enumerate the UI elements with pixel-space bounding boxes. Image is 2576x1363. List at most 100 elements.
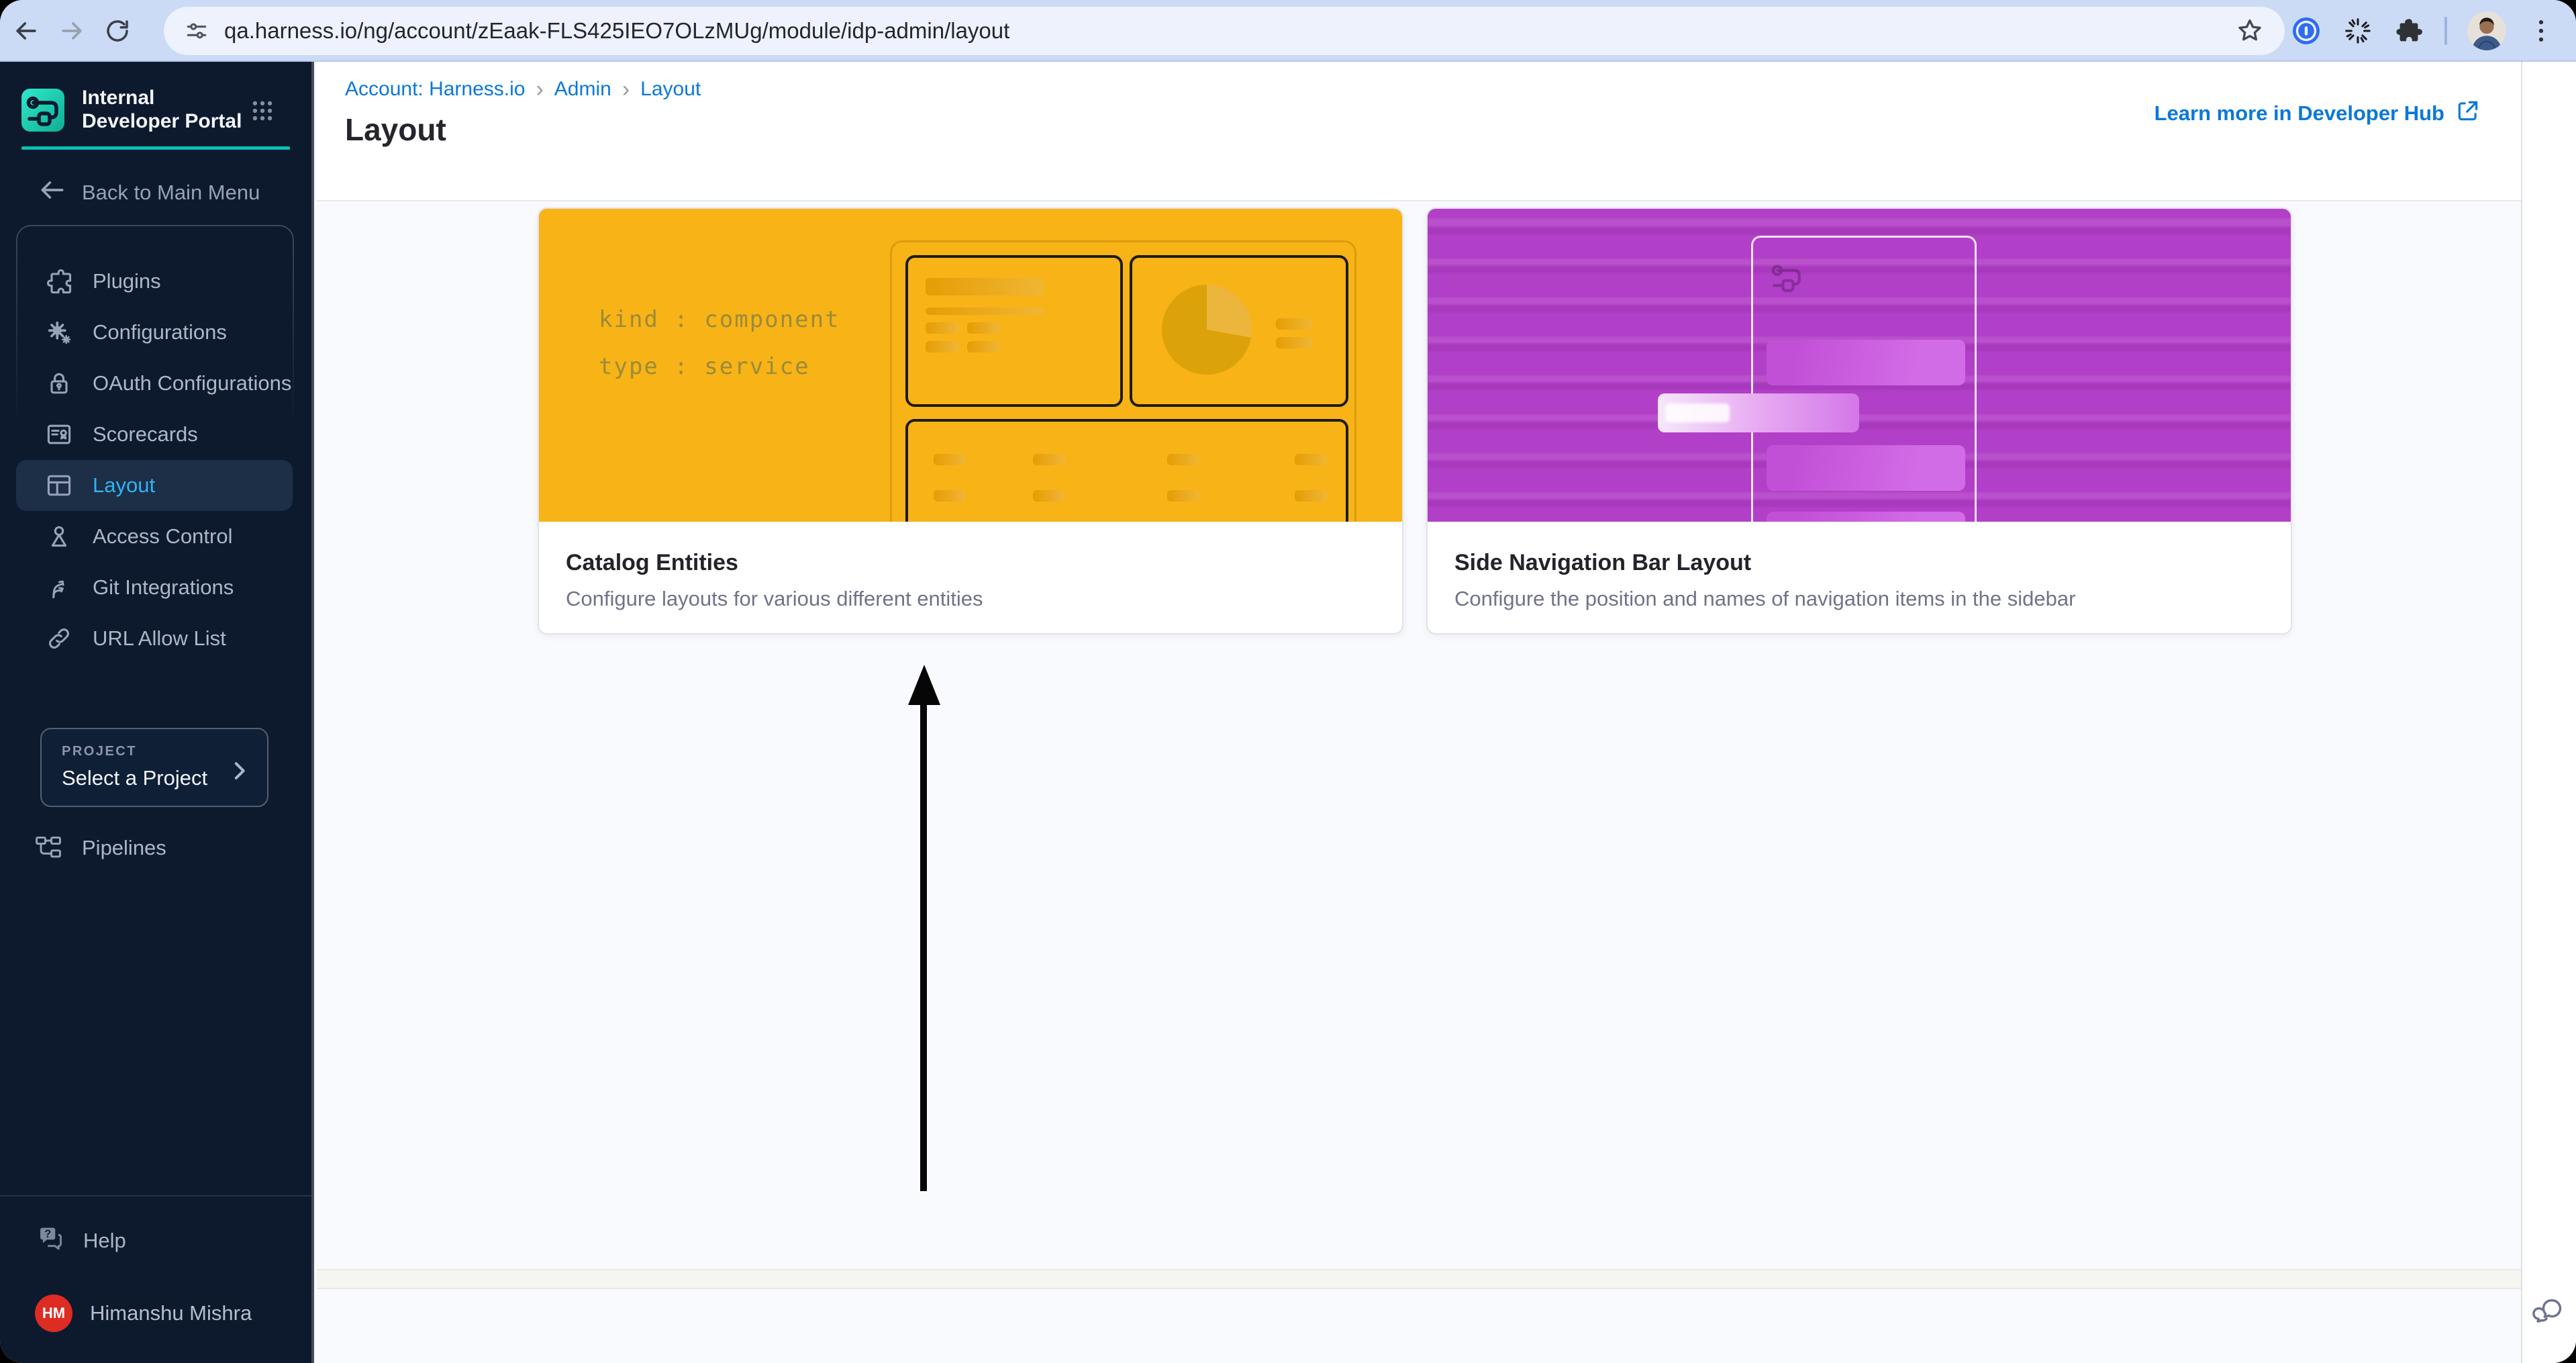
breadcrumb: Account: Harness.io › Admin › Layout bbox=[345, 78, 701, 101]
yaml-mock-text: kind : component type : service bbox=[599, 306, 840, 380]
sidebar-item-label: Configurations bbox=[93, 320, 227, 344]
project-selector[interactable]: PROJECT Select a Project bbox=[40, 728, 268, 807]
breadcrumb-admin[interactable]: Admin bbox=[554, 78, 611, 101]
user-name: Himanshu Mishra bbox=[90, 1301, 252, 1325]
sidebar-item-git-integrations[interactable]: Git Integrations bbox=[16, 562, 293, 613]
page-content: kind : component type : service Catalog … bbox=[317, 203, 2521, 1363]
gears-icon bbox=[44, 318, 74, 347]
person-icon bbox=[44, 522, 74, 551]
toolbar-divider bbox=[2444, 17, 2447, 45]
about-card-mock bbox=[905, 255, 1123, 407]
logo-outline-icon bbox=[1767, 256, 1807, 301]
page-title: Layout bbox=[345, 112, 446, 147]
card-caption: Side Navigation Bar Layout Configure the… bbox=[1428, 522, 2291, 611]
spinner-extension-icon[interactable] bbox=[2342, 15, 2373, 46]
catalog-entities-illustration: kind : component type : service bbox=[539, 209, 1402, 522]
module-grid-icon[interactable] bbox=[250, 98, 275, 127]
sidebar-item-label: Scorecards bbox=[93, 422, 198, 446]
card-side-navigation-layout[interactable]: Side Navigation Bar Layout Configure the… bbox=[1426, 207, 2292, 634]
browser-profile-avatar[interactable] bbox=[2467, 11, 2506, 50]
chart-card-mock bbox=[1130, 255, 1348, 407]
onepassword-extension-icon[interactable] bbox=[2290, 15, 2322, 47]
breadcrumb-account[interactable]: Account: Harness.io bbox=[345, 78, 525, 101]
card-title: Side Navigation Bar Layout bbox=[1454, 550, 1752, 575]
sidebar-item-label: OAuth Configurations bbox=[93, 371, 292, 395]
back-label: Back to Main Menu bbox=[82, 181, 260, 204]
macos-screen: qa.harness.io/ng/account/zEaak-FLS425IEO… bbox=[0, 0, 2576, 1363]
help-chat-icon: ? bbox=[35, 1223, 66, 1259]
card-description: Configure the position and names of navi… bbox=[1454, 587, 2076, 610]
sidebar-item-scorecards[interactable]: Scorecards bbox=[16, 409, 293, 460]
site-settings-tune-icon[interactable] bbox=[184, 18, 209, 44]
dragged-nav-item-mock bbox=[1658, 393, 1859, 432]
accent-divider bbox=[21, 146, 290, 150]
lock-icon bbox=[44, 369, 74, 398]
scorecard-icon bbox=[44, 420, 74, 449]
card-catalog-entities[interactable]: kind : component type : service Catalog … bbox=[538, 207, 1403, 634]
sidebar-mock bbox=[1751, 236, 1977, 522]
branch-icon bbox=[44, 573, 74, 602]
nav-item-mock bbox=[1767, 512, 1965, 522]
nav-item-mock bbox=[1767, 445, 1965, 491]
sidebar-item-label: Layout bbox=[93, 473, 156, 497]
sidebar-item-plugins[interactable]: Plugins bbox=[16, 256, 293, 307]
page-header: Account: Harness.io › Admin › Layout Lay… bbox=[317, 62, 2521, 201]
bookmark-star-icon[interactable] bbox=[2235, 16, 2265, 46]
entity-page-mock bbox=[890, 240, 1356, 522]
sidebar-item-url-allow-list[interactable]: URL Allow List bbox=[16, 613, 293, 664]
card-caption: Catalog Entities Configure layouts for v… bbox=[539, 522, 1402, 611]
help-label: Help bbox=[83, 1229, 126, 1252]
sidebar-item-label: Git Integrations bbox=[93, 575, 234, 599]
pie-chart-mock bbox=[1162, 285, 1252, 375]
card-title: Catalog Entities bbox=[566, 550, 738, 575]
arrow-left-icon bbox=[38, 175, 67, 210]
browser-menu-kebab-icon[interactable] bbox=[2526, 16, 2556, 46]
right-rail bbox=[2521, 62, 2576, 1363]
sidebar-item-layout[interactable]: Layout bbox=[16, 460, 293, 511]
browser-forward-icon[interactable] bbox=[56, 15, 87, 46]
sidebar-item-label: Plugins bbox=[93, 269, 161, 293]
layout-icon bbox=[44, 471, 74, 500]
chevron-right-icon bbox=[226, 757, 252, 788]
admin-nav: Plugins Configurations OAuth Configurati… bbox=[16, 256, 293, 664]
sidebar-item-label: Pipelines bbox=[82, 836, 166, 859]
svg-text:?: ? bbox=[44, 1228, 51, 1240]
user-avatar: HM bbox=[35, 1295, 72, 1332]
nav-item-mock bbox=[1767, 340, 1965, 385]
puzzle-icon bbox=[44, 267, 74, 296]
footer-divider-band bbox=[317, 1269, 2521, 1289]
extensions-puzzle-icon[interactable] bbox=[2393, 15, 2424, 46]
user-profile[interactable]: HM Himanshu Mishra bbox=[35, 1292, 252, 1335]
breadcrumb-separator: › bbox=[536, 77, 544, 102]
browser-toolbar: qa.harness.io/ng/account/zEaak-FLS425IEO… bbox=[0, 0, 2576, 62]
annotation-arrow bbox=[908, 665, 940, 705]
sidebar-item-configurations[interactable]: Configurations bbox=[16, 307, 293, 358]
annotation-arrow-shaft bbox=[920, 702, 927, 1191]
sidebar-item-access-control[interactable]: Access Control bbox=[16, 511, 293, 562]
idp-logo[interactable] bbox=[21, 89, 64, 132]
pipelines-icon bbox=[34, 833, 63, 863]
breadcrumb-separator: › bbox=[622, 77, 630, 102]
app-sidebar: Internal Developer Portal Back to Main M… bbox=[0, 62, 314, 1363]
product-title: Internal Developer Portal bbox=[82, 87, 242, 132]
browser-reload-icon[interactable] bbox=[102, 15, 133, 46]
sidebar-item-label: Access Control bbox=[93, 524, 233, 548]
learn-more-link[interactable]: Learn more in Developer Hub bbox=[2154, 98, 2481, 129]
browser-back-icon[interactable] bbox=[11, 15, 42, 46]
back-to-main-menu[interactable]: Back to Main Menu bbox=[38, 177, 260, 208]
help-button[interactable]: ? Help bbox=[35, 1219, 126, 1262]
sidebar-item-pipelines[interactable]: Pipelines bbox=[34, 824, 166, 872]
table-card-mock bbox=[905, 419, 1348, 522]
sidebar-item-oauth-configurations[interactable]: OAuth Configurations bbox=[16, 358, 293, 409]
main-area: Account: Harness.io › Admin › Layout Lay… bbox=[317, 62, 2521, 1363]
feedback-chat-icon[interactable] bbox=[2532, 1294, 2567, 1332]
breadcrumb-layout[interactable]: Layout bbox=[640, 78, 701, 101]
sidenav-illustration bbox=[1428, 209, 2291, 522]
address-bar[interactable]: qa.harness.io/ng/account/zEaak-FLS425IEO… bbox=[164, 7, 2285, 55]
sidebar-item-label: URL Allow List bbox=[93, 626, 226, 650]
url-text[interactable]: qa.harness.io/ng/account/zEaak-FLS425IEO… bbox=[224, 18, 2235, 44]
card-description: Configure layouts for various different … bbox=[566, 587, 983, 610]
external-link-icon bbox=[2455, 98, 2481, 129]
sidebar-divider bbox=[0, 1195, 311, 1196]
link-icon bbox=[44, 624, 74, 653]
